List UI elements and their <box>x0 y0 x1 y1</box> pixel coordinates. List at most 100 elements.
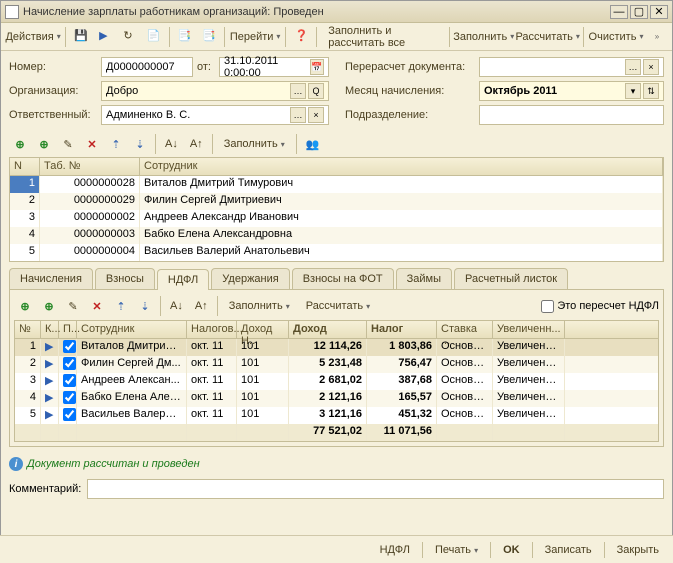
select-icon[interactable]: … <box>290 107 306 123</box>
col-uvel[interactable]: Увеличенн... <box>493 321 565 338</box>
tab-accruals[interactable]: Начисления <box>9 268 93 289</box>
comment-label: Комментарий: <box>9 483 81 495</box>
add-row-button[interactable]: ⊕ <box>14 295 36 317</box>
dropdown-icon[interactable]: ▾ <box>625 83 641 99</box>
sheet2-icon[interactable]: 📑 <box>198 26 220 48</box>
tab-contributions[interactable]: Взносы <box>95 268 155 289</box>
month-label: Месяц начисления: <box>345 85 475 97</box>
insert-row-button[interactable]: ⊕ <box>38 295 60 317</box>
window-title: Начисление зарплаты работникам организац… <box>23 6 608 18</box>
col-nalog[interactable]: Налог <box>367 321 437 338</box>
col-p[interactable]: П... <box>59 321 77 338</box>
tab-payslip[interactable]: Расчетный листок <box>454 268 568 289</box>
calc-menu3[interactable]: Рассчитать ▾ <box>299 295 377 317</box>
calc-menu[interactable]: Рассчитать ▾ <box>516 26 579 48</box>
edit-row-button[interactable]: ✎ <box>57 133 79 155</box>
recalc-field[interactable]: …× <box>479 57 664 77</box>
number-field[interactable]: Д0000000007 <box>101 57 193 77</box>
save-button[interactable]: Записать <box>539 542 598 558</box>
copy-icon[interactable]: 📄 <box>143 26 165 48</box>
edit-row-button[interactable]: ✎ <box>62 295 84 317</box>
table-row[interactable]: 1▶Виталов Дмитрий ...окт. 1110112 114,26… <box>15 339 658 356</box>
table-row[interactable]: 3▶Андреев Алексан...окт. 111012 681,0238… <box>15 373 658 390</box>
sort-asc-button[interactable]: A↓ <box>165 295 188 317</box>
fill-calc-all-button[interactable]: Заполнить и рассчитать все <box>321 26 444 48</box>
goto-menu[interactable]: Перейти ▾ <box>229 26 282 48</box>
save-icon[interactable]: 💾 <box>70 26 92 48</box>
minimize-button[interactable]: — <box>610 5 628 19</box>
table-row[interactable]: 10000000028Виталов Дмитрий Тимурович <box>10 176 663 193</box>
add-row-button[interactable]: ⊕ <box>9 133 31 155</box>
close-button[interactable]: ✕ <box>650 5 668 19</box>
col-header-tab[interactable]: Таб. № <box>40 158 140 175</box>
table-row[interactable]: 50000000004Васильев Валерий Анатольевич <box>10 244 663 261</box>
table-row[interactable]: 20000000029Филин Сергей Дмитриевич <box>10 193 663 210</box>
comment-input[interactable] <box>87 479 664 499</box>
col-doh[interactable]: Доход Н... <box>237 321 289 338</box>
clear-icon[interactable]: × <box>308 107 324 123</box>
col-header-n[interactable]: N <box>10 158 40 175</box>
subdiv-field[interactable] <box>479 105 664 125</box>
more-icon[interactable]: » <box>646 26 668 48</box>
tab-loans[interactable]: Займы <box>396 268 452 289</box>
sort-desc-button[interactable]: A↑ <box>185 133 208 155</box>
date-label: от: <box>197 61 215 73</box>
insert-row-button[interactable]: ⊕ <box>33 133 55 155</box>
sort-desc-button[interactable]: A↑ <box>190 295 213 317</box>
number-label: Номер: <box>9 61 97 73</box>
actions-menu[interactable]: Действия ▾ <box>5 26 61 48</box>
table-row[interactable]: 5▶Васильев Валерий...окт. 111013 121,164… <box>15 407 658 424</box>
ok-button[interactable]: OK <box>497 542 526 558</box>
status-text: Документ рассчитан и проведен <box>27 458 200 470</box>
print-button[interactable]: Печать ▾ <box>429 542 484 558</box>
date-field[interactable]: 31.10.2011 0:00:00📅 <box>219 57 329 77</box>
clear-icon[interactable]: × <box>643 59 659 75</box>
refresh-icon[interactable]: ↻ <box>118 26 140 48</box>
sheet1-icon[interactable]: 📑 <box>174 26 196 48</box>
totals-row: 77 521,0211 071,56 <box>15 424 658 441</box>
org-field[interactable]: Добро…Q <box>101 81 329 101</box>
help-icon[interactable]: ❓ <box>290 26 312 48</box>
col-header-emp[interactable]: Сотрудник <box>140 158 663 175</box>
col-emp[interactable]: Сотрудник <box>77 321 187 338</box>
tab-deductions[interactable]: Удержания <box>211 268 289 289</box>
tab-ndfl[interactable]: НДФЛ <box>157 269 209 290</box>
select-icon[interactable]: … <box>625 59 641 75</box>
col-k[interactable]: К... <box>41 321 59 338</box>
users-icon[interactable]: 👥 <box>301 133 325 155</box>
resp-label: Ответственный: <box>9 109 97 121</box>
col-dohod[interactable]: Доход <box>289 321 367 338</box>
move-down-button[interactable]: ⇣ <box>129 133 151 155</box>
month-field[interactable]: Октябрь 2011▾⇅ <box>479 81 664 101</box>
fill-menu[interactable]: Заполнить ▾ <box>453 26 514 48</box>
select-icon[interactable]: … <box>290 83 306 99</box>
move-up-button[interactable]: ⇡ <box>105 133 127 155</box>
move-down-button[interactable]: ⇣ <box>134 295 156 317</box>
ndfl-button[interactable]: НДФЛ <box>374 542 416 558</box>
post-icon[interactable]: ▶ <box>94 26 116 48</box>
info-icon: i <box>9 457 23 471</box>
fill-menu2[interactable]: Заполнить ▾ <box>217 133 292 155</box>
table-row[interactable]: 2▶Филин Сергей Дм...окт. 111015 231,4875… <box>15 356 658 373</box>
clear-menu[interactable]: Очистить ▾ <box>588 26 644 48</box>
spinner-icon[interactable]: ⇅ <box>643 83 659 99</box>
fill-menu3[interactable]: Заполнить ▾ <box>222 295 297 317</box>
col-stav[interactable]: Ставка ... <box>437 321 493 338</box>
table-row[interactable]: 4▶Бабко Елена Алек...окт. 111012 121,161… <box>15 390 658 407</box>
tab-fot[interactable]: Взносы на ФОТ <box>292 268 394 289</box>
delete-row-button[interactable]: ✕ <box>86 295 108 317</box>
resp-field[interactable]: Админенко В. С.…× <box>101 105 329 125</box>
recalc-ndfl-checkbox[interactable] <box>541 300 554 313</box>
open-icon[interactable]: Q <box>308 83 324 99</box>
sort-asc-button[interactable]: A↓ <box>160 133 183 155</box>
table-row[interactable]: 40000000003Бабко Елена Александровна <box>10 227 663 244</box>
close-button[interactable]: Закрыть <box>611 542 665 558</box>
calendar-icon[interactable]: 📅 <box>310 59 324 75</box>
table-row[interactable]: 30000000002Андреев Александр Иванович <box>10 210 663 227</box>
document-icon <box>5 5 19 19</box>
delete-row-button[interactable]: ✕ <box>81 133 103 155</box>
col-n[interactable]: № <box>15 321 41 338</box>
move-up-button[interactable]: ⇡ <box>110 295 132 317</box>
col-nal[interactable]: Налогов... <box>187 321 237 338</box>
maximize-button[interactable]: ▢ <box>630 5 648 19</box>
